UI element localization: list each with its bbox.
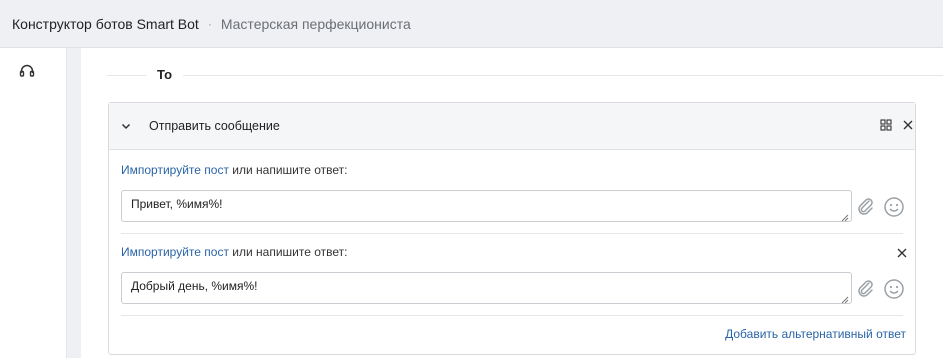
paperclip-icon[interactable] [854, 277, 876, 299]
reply-text: Добрый день, %имя%! [131, 279, 258, 293]
resize-grip-icon[interactable] [841, 293, 849, 304]
breadcrumb-separator: · [207, 16, 212, 31]
branch-label: То [157, 67, 173, 82]
app-title: Конструктор ботов Smart Bot [12, 15, 199, 32]
import-post-link[interactable]: Импортируйте пост [121, 245, 229, 259]
paperclip-icon[interactable] [854, 195, 876, 217]
prompt-text: или напишите ответ: [228, 245, 348, 259]
sidebar-gutter [67, 48, 81, 358]
branch-line-left [107, 75, 146, 76]
prompt-text: или напишите ответ: [228, 163, 348, 177]
headset-icon[interactable] [18, 62, 36, 80]
answer-block: Импортируйте пост или напишите ответ: До… [121, 245, 916, 315]
card-title: Отправить сообщение [149, 119, 280, 133]
reply-textarea[interactable]: Привет, %имя%! [121, 190, 852, 222]
answer-prompt: Импортируйте пост или напишите ответ: [121, 245, 347, 259]
answer-divider [121, 315, 903, 316]
branch-separator: То [107, 66, 943, 84]
add-alternative-answer-link[interactable]: Добавить альтернативный ответ [725, 327, 906, 341]
reply-text: Привет, %имя%! [131, 197, 223, 211]
import-post-link[interactable]: Импортируйте пост [121, 163, 229, 177]
card-header[interactable]: Отправить сообщение [109, 103, 915, 150]
top-bar: Конструктор ботов Smart Bot · Мастерская… [0, 0, 943, 48]
reply-textarea[interactable]: Добрый день, %имя%! [121, 272, 852, 304]
project-name: Мастерская перфекциониста [220, 15, 411, 32]
smile-icon[interactable] [883, 196, 905, 218]
branch-line-right [183, 75, 943, 76]
answer-prompt: Импортируйте пост или напишите ответ: [121, 163, 347, 177]
remove-answer-icon[interactable] [896, 247, 908, 259]
send-message-card: Отправить сообщение Импортируйте пост ил… [108, 102, 916, 355]
answer-divider [121, 233, 903, 234]
resize-grip-icon[interactable] [841, 211, 849, 222]
copy-icon[interactable] [880, 119, 892, 131]
answer-block: Импортируйте пост или напишите ответ: Пр… [121, 163, 916, 233]
close-icon[interactable] [902, 119, 914, 131]
flow-editor: То Отправить сообщение Импортируйте пост… [81, 48, 943, 358]
chevron-down-icon[interactable] [120, 120, 132, 132]
sidebar [0, 48, 67, 358]
smile-icon[interactable] [883, 278, 905, 300]
